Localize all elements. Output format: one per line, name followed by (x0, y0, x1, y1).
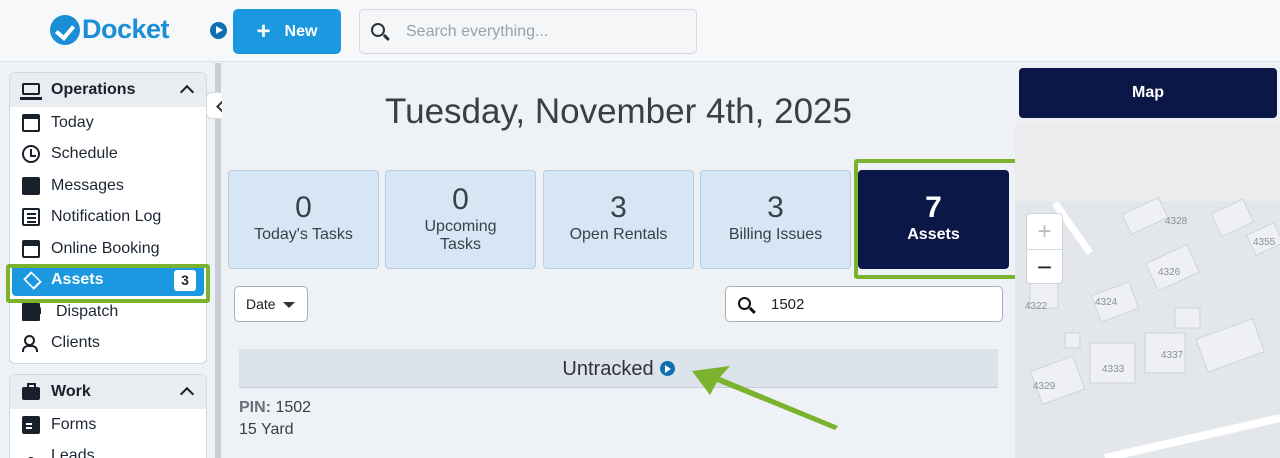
asset-filter (725, 286, 1003, 322)
card-open-rentals[interactable]: 3 Open Rentals (543, 170, 694, 269)
operations-title: Operations (51, 81, 136, 98)
operations-panel: Operations Today Schedule Messages Notif… (9, 72, 207, 364)
pin-label: PIN: (239, 399, 271, 416)
assets-highlight-box (6, 264, 210, 303)
sidebar-item-label: Online Booking (51, 239, 160, 257)
annotation-arrow-icon (692, 366, 838, 430)
card-label: Today's Tasks (254, 226, 353, 243)
asset-search-input[interactable] (771, 295, 991, 313)
card-billing-issues[interactable]: 3 Billing Issues (700, 170, 851, 269)
person-icon (22, 447, 40, 458)
sidebar-item-leads[interactable]: Leads (10, 441, 206, 458)
sidebar-item-label: Clients (51, 334, 100, 352)
group-title: Untracked (239, 358, 998, 381)
parcel-label: 4333 (1102, 364, 1125, 375)
map-zoom-control: + − (1026, 213, 1063, 284)
search-icon (371, 23, 385, 37)
sidebar-item-forms[interactable]: Forms (10, 409, 206, 441)
sidebar-item-label: Messages (51, 176, 124, 194)
work-header[interactable]: Work (10, 375, 206, 409)
sidebar-item-label: Notification Log (51, 208, 162, 226)
new-button-label: New (284, 22, 318, 40)
parcel-label: 4326 (1158, 267, 1181, 278)
asset-pin: PIN: 1502 (239, 399, 311, 417)
untracked-group-header[interactable]: Untracked (239, 349, 998, 388)
parcel-label: 4355 (1253, 237, 1276, 248)
sidebar-item-notification-log[interactable]: Notification Log (10, 202, 206, 234)
sidebar-item-label: Today (51, 113, 94, 131)
card-value: 3 (610, 191, 627, 224)
assets-card-highlight-box (854, 159, 1019, 279)
card-label: Upcoming Tasks (424, 218, 497, 253)
chat-icon (22, 176, 40, 195)
store-icon (22, 239, 40, 258)
card-value: 3 (767, 191, 784, 224)
zoom-in-button[interactable]: + (1027, 214, 1062, 249)
page-title: Tuesday, November 4th, 2025 (385, 92, 852, 131)
briefcase-icon (22, 383, 40, 400)
new-button[interactable]: + New (233, 9, 341, 54)
clock-icon (22, 145, 40, 164)
card-value: 0 (295, 191, 312, 224)
parcel-label: 4329 (1033, 381, 1056, 392)
sidebar-item-online-booking[interactable]: Online Booking (10, 233, 206, 265)
users-icon (22, 334, 40, 353)
card-value: 0 (452, 183, 469, 216)
work-panel: Work Forms Leads (9, 374, 207, 458)
card-label: Billing Issues (728, 226, 823, 243)
parcel-label: 4324 (1095, 297, 1118, 308)
calendar-icon (22, 113, 40, 132)
zoom-out-button[interactable]: − (1027, 249, 1062, 284)
top-bar: Docket + New (0, 0, 1280, 62)
card-upcoming-tasks[interactable]: 0 Upcoming Tasks (385, 170, 536, 269)
play-icon[interactable] (210, 22, 227, 39)
sidebar-item-schedule[interactable]: Schedule (10, 139, 206, 171)
global-search (359, 9, 697, 54)
map-button[interactable]: Map (1019, 68, 1277, 118)
parcel-label: 4328 (1165, 216, 1188, 227)
sidebar-item-clients[interactable]: Clients (10, 328, 206, 360)
plus-icon: + (256, 17, 271, 45)
search-icon (738, 297, 751, 310)
map-view[interactable]: 4328 4355 4326 4324 4322 4337 4333 4329 (1015, 123, 1280, 458)
group-title-text: Untracked (562, 358, 654, 380)
card-todays-tasks[interactable]: 0 Today's Tasks (228, 170, 379, 269)
date-filter-dropdown[interactable]: Date (234, 286, 308, 322)
chevron-up-icon[interactable] (179, 84, 195, 100)
docket-logo[interactable]: Docket (50, 14, 170, 45)
parcel-label: 4337 (1161, 350, 1184, 361)
search-input[interactable] (406, 21, 686, 43)
sidebar-item-label: Schedule (51, 145, 118, 163)
logo-text: Docket (82, 14, 170, 44)
list-icon (22, 208, 40, 227)
sidebar-item-label: Forms (51, 415, 97, 433)
sidebar-item-today[interactable]: Today (10, 107, 206, 139)
card-label: Open Rentals (569, 226, 668, 243)
sidebar-item-label: Dispatch (56, 302, 119, 320)
chevron-up-icon[interactable] (179, 386, 195, 402)
truck-icon (22, 302, 41, 321)
operations-header[interactable]: Operations (10, 73, 206, 107)
sidebar-item-messages[interactable]: Messages (10, 170, 206, 202)
sidebar-scrollbar[interactable] (215, 63, 221, 458)
docket-logo-icon (50, 14, 80, 45)
map-tiles: 4328 4355 4326 4324 4322 4337 4333 4329 (1015, 123, 1280, 458)
play-icon[interactable] (659, 361, 675, 376)
pin-value: 1502 (275, 399, 312, 416)
asset-size: 15 Yard (239, 421, 294, 438)
document-icon (22, 415, 40, 434)
date-filter-label: Date (246, 296, 276, 312)
work-title: Work (51, 383, 91, 400)
sidebar-item-label: Leads (51, 447, 95, 458)
parcel-label: 4322 (1025, 301, 1048, 312)
laptop-icon (20, 82, 42, 100)
